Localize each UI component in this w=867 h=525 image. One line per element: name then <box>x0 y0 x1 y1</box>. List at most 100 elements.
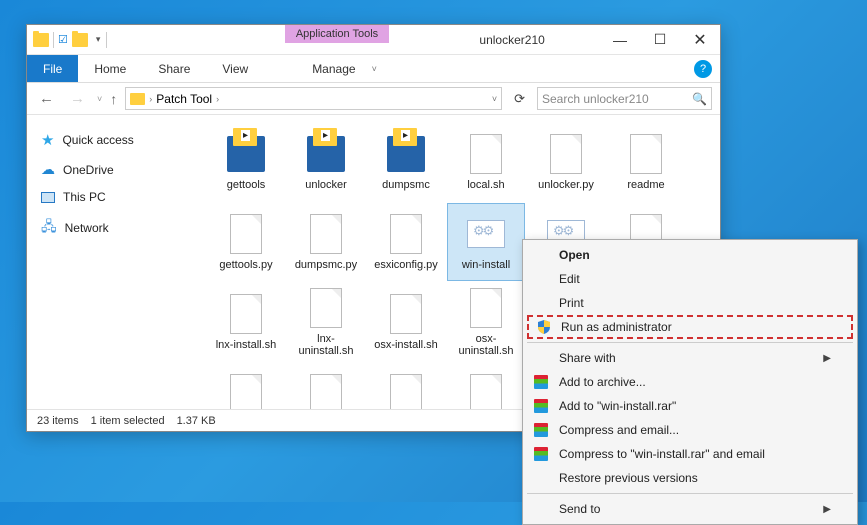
file-item[interactable]: esxiconfig.py <box>367 203 445 281</box>
file-item[interactable]: gettools <box>207 123 285 201</box>
menu-send-to[interactable]: Send to ▶ <box>525 497 855 521</box>
folder-icon[interactable] <box>72 33 88 47</box>
close-button[interactable]: ✕ <box>680 26 720 54</box>
shield-icon <box>537 320 551 334</box>
maximize-button[interactable]: ☐ <box>640 26 680 54</box>
menu-edit[interactable]: Edit <box>525 267 855 291</box>
winrar-icon <box>533 446 549 462</box>
menu-restore-previous[interactable]: Restore previous versions <box>525 466 855 490</box>
sidebar-item-quick-access[interactable]: ★ Quick access <box>27 125 195 155</box>
file-label: unlocker <box>305 179 347 191</box>
file-item[interactable]: lnx-update- <box>207 363 285 409</box>
file-item[interactable]: dumpsmc.py <box>287 203 365 281</box>
file-label: esxiconfig.py <box>374 259 438 271</box>
address-bar[interactable]: › Patch Tool › ˅ <box>125 87 502 110</box>
menu-open[interactable]: Open <box>525 243 855 267</box>
file-label: dumpsmc.py <box>295 259 357 271</box>
file-item[interactable]: lnx-uninstall.sh <box>287 283 365 361</box>
file-item[interactable]: osx-uninstall.sh <box>447 283 525 361</box>
sidebar-label: Network <box>65 221 109 235</box>
file-item[interactable]: readme <box>607 123 685 201</box>
sidebar-item-this-pc[interactable]: This PC <box>27 184 195 210</box>
menu-compress-rar-email[interactable]: Compress to "win-install.rar" and email <box>525 442 855 466</box>
cloud-icon: ☁ <box>41 161 55 178</box>
disk-file-icon <box>305 133 347 175</box>
menu-run-as-administrator[interactable]: Run as administrator <box>527 315 853 339</box>
menu-label: Run as administrator <box>561 320 672 334</box>
file-item[interactable]: unlocker <box>287 123 365 201</box>
file-item[interactable]: gettools.py <box>207 203 285 281</box>
disk-file-icon <box>385 133 427 175</box>
qat-dropdown-icon[interactable]: ▾ <box>96 34 101 45</box>
file-item[interactable]: win-install <box>447 203 525 281</box>
window-controls: — ☐ ✕ <box>600 26 720 54</box>
file-item[interactable]: esxi-uninst <box>287 363 365 409</box>
sidebar-label: Quick access <box>62 133 133 147</box>
ribbon-tabs: File Home Share View Manage ˅ ? <box>27 55 720 83</box>
file-item[interactable]: local.sh <box>447 123 525 201</box>
refresh-icon[interactable]: ⟳ <box>514 91 525 107</box>
tab-home[interactable]: Home <box>78 55 142 82</box>
search-input[interactable]: Search unlocker210 🔍 <box>537 87 712 110</box>
doc-file-icon <box>385 213 427 255</box>
doc-file-icon <box>225 373 267 409</box>
menu-print[interactable]: Print <box>525 291 855 315</box>
file-label: gettools.py <box>219 259 272 271</box>
file-item[interactable]: unlocker.py <box>527 123 605 201</box>
file-label: local.sh <box>467 179 504 191</box>
file-label: readme <box>627 179 664 191</box>
minimize-button[interactable]: — <box>600 26 640 54</box>
file-item[interactable]: .gitattribute <box>367 363 445 409</box>
navigation-bar: ← → ˅ ↑ › Patch Tool › ˅ ⟳ Search unlock… <box>27 83 720 115</box>
navigation-pane: ★ Quick access ☁ OneDrive This PC 🖧 Netw… <box>27 115 195 409</box>
file-item[interactable]: lnx-install.sh <box>207 283 285 361</box>
tab-view[interactable]: View <box>206 55 264 82</box>
ribbon-caret-icon[interactable]: ˅ <box>372 64 377 74</box>
file-label: lnx-uninstall.sh <box>290 333 362 357</box>
status-item-count: 23 items <box>37 415 79 427</box>
doc-file-icon <box>545 133 587 175</box>
menu-add-to-archive[interactable]: Add to archive... <box>525 370 855 394</box>
check-icon[interactable]: ☑ <box>58 33 68 46</box>
chevron-right-icon[interactable]: › <box>149 94 152 104</box>
file-item[interactable]: dumpsmc <box>367 123 445 201</box>
winrar-icon <box>533 422 549 438</box>
menu-compress-email[interactable]: Compress and email... <box>525 418 855 442</box>
menu-label: Share with <box>559 351 616 365</box>
breadcrumb[interactable]: Patch Tool <box>156 92 212 106</box>
chevron-right-icon: ▶ <box>823 353 831 364</box>
search-placeholder: Search unlocker210 <box>542 92 649 106</box>
menu-share-with[interactable]: Share with ▶ <box>525 346 855 370</box>
search-icon[interactable]: 🔍 <box>692 92 707 106</box>
menu-label: Send to <box>559 502 600 516</box>
sidebar-item-network[interactable]: 🖧 Network <box>27 210 195 246</box>
menu-add-to-rar[interactable]: Add to "win-install.rar" <box>525 394 855 418</box>
star-icon: ★ <box>41 131 54 149</box>
file-label: dumpsmc <box>382 179 430 191</box>
tab-share[interactable]: Share <box>142 55 206 82</box>
doc-file-icon <box>225 213 267 255</box>
up-button[interactable]: ↑ <box>110 91 117 107</box>
help-icon[interactable]: ? <box>694 60 712 78</box>
winrar-icon <box>533 374 549 390</box>
separator <box>527 493 853 494</box>
separator <box>527 342 853 343</box>
monitor-icon <box>41 192 55 203</box>
sidebar-item-onedrive[interactable]: ☁ OneDrive <box>27 155 195 184</box>
file-item[interactable]: osx-install.sh <box>367 283 445 361</box>
tab-manage[interactable]: Manage <box>296 55 371 82</box>
network-icon: 🖧 <box>41 216 57 240</box>
doc-file-icon <box>225 293 267 335</box>
chevron-right-icon[interactable]: › <box>216 94 219 104</box>
address-dropdown-icon[interactable]: ˅ <box>492 94 497 104</box>
file-item[interactable]: esxi-smctes <box>447 363 525 409</box>
forward-button[interactable]: → <box>66 88 89 109</box>
folder-icon <box>33 33 49 47</box>
tab-file[interactable]: File <box>27 55 78 82</box>
file-label: lnx-install.sh <box>216 339 277 351</box>
back-button[interactable]: ← <box>35 88 58 109</box>
separator <box>106 32 107 48</box>
history-dropdown-icon[interactable]: ˅ <box>97 94 102 104</box>
menu-label: Add to "win-install.rar" <box>559 399 676 413</box>
context-menu: Open Edit Print Run as administrator Sha… <box>522 239 858 525</box>
